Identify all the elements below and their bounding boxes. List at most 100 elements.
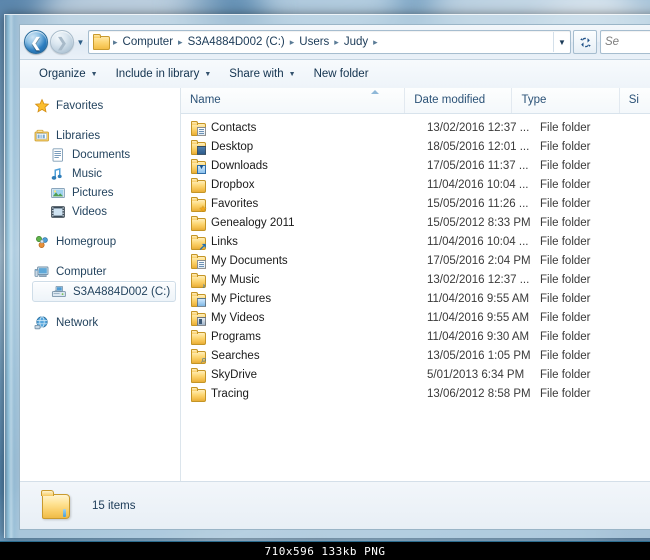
file-name-cell: My Videos [181,310,418,326]
sidebar-item-libraries[interactable]: Libraries [20,126,180,145]
sidebar-item-music[interactable]: Music [20,164,180,183]
file-name-label: Programs [211,330,261,343]
folder-documents-icon [190,253,206,269]
breadcrumb-separator: ▸ [178,36,183,47]
file-date-cell: 11/04/2016 10:04 ... [427,235,529,248]
file-type-cell: File folder [540,216,591,229]
table-row[interactable]: My Documents 17/05/2016 2:04 PM File fol… [181,251,650,270]
file-name-cell: Links [181,234,418,250]
sidebar-item-videos[interactable]: Videos [20,202,180,221]
table-row[interactable]: Downloads 17/05/2016 11:37 ... File fold… [181,156,650,175]
file-type-cell: File folder [540,254,591,267]
history-dropdown-button[interactable]: ▼ [74,31,87,53]
file-date-cell: 17/05/2016 2:04 PM [427,254,531,267]
column-header-type[interactable]: Type [512,88,620,113]
star-icon [34,98,50,114]
file-name-cell: Desktop [181,139,418,155]
sidebar-item-label: Favorites [56,99,104,112]
sidebar-item-drive-c[interactable]: S3A4884D002 (C:) [32,281,176,302]
file-type-cell: File folder [540,330,591,343]
include-in-library-button[interactable]: Include in library ▼ [107,65,221,83]
folder-searches-icon [190,348,207,364]
file-name-cell: My Music [181,272,418,288]
column-header-date-modified-label: Date modified [414,94,486,106]
file-name-label: Downloads [211,159,268,172]
search-box[interactable]: Se [600,30,650,54]
table-row[interactable]: Searches 13/05/2016 1:05 PM File folder [181,346,650,365]
table-row[interactable]: Genealogy 2011 15/05/2012 8:33 PM File f… [181,213,650,232]
forward-button[interactable]: ❯ [50,30,74,54]
item-count-label: 15 items [92,499,136,512]
table-row[interactable]: My Music 13/02/2016 12:37 ... File folde… [181,270,650,289]
file-date-cell: 13/02/2016 12:37 ... [427,273,530,286]
breadcrumb-separator: ▸ [289,36,295,47]
breadcrumb-item-users[interactable]: Users [296,35,332,49]
homegroup-icon [34,234,50,250]
file-name-label: Desktop [211,140,254,153]
breadcrumb-item-judy[interactable]: Judy [341,35,371,49]
file-type-cell: File folder [540,273,591,286]
share-with-button[interactable]: Share with ▼ [220,65,304,83]
file-name-label: Genealogy 2011 [211,216,295,229]
table-row[interactable]: Tracing 13/06/2012 8:58 PM File folder [181,384,650,403]
file-name-cell: Programs [181,329,418,345]
table-row[interactable]: Links 11/04/2016 10:04 ... File folder [181,232,650,251]
share-with-label: Share with [229,68,284,80]
sidebar-item-pictures[interactable]: Pictures [20,183,180,202]
file-date-cell: 13/02/2016 12:37 ... [427,121,530,134]
table-row[interactable]: My Pictures 11/04/2016 9:55 AM File fold… [181,289,650,308]
sidebar-item-homegroup[interactable]: Homegroup [20,232,180,251]
file-type-cell: File folder [540,235,591,248]
file-name-cell: Dropbox [181,177,418,193]
table-row[interactable]: Desktop 18/05/2016 12:01 ... File folder [181,137,650,156]
file-name-label: Favorites [211,197,259,210]
sidebar-item-network[interactable]: Network [20,313,180,332]
breadcrumb-item-computer[interactable]: Computer [120,35,177,49]
file-name-cell: Contacts [181,120,418,136]
breadcrumb-item-drive[interactable]: S3A4884D002 (C:) [185,35,288,49]
folder-pictures-icon [190,291,206,307]
search-input[interactable]: Se [601,36,619,48]
sidebar-item-documents[interactable]: Documents [20,145,180,164]
folder-favorites-icon [190,196,207,212]
address-dropdown-button[interactable]: ▼ [553,32,570,52]
file-name-label: Dropbox [211,178,255,191]
folder-icon [190,177,206,193]
network-drive-icon [51,284,67,300]
table-row[interactable]: Dropbox 11/04/2016 10:04 ... File folder [181,175,650,194]
back-button[interactable]: ❮ [24,30,48,54]
music-library-icon [50,166,66,182]
chevron-down-icon: ▼ [76,37,85,47]
file-date-cell: 15/05/2016 11:26 ... [427,197,529,210]
sidebar-item-favorites[interactable]: Favorites [20,96,180,115]
file-type-cell: File folder [540,387,591,400]
organize-button[interactable]: Organize ▼ [30,65,107,83]
chevron-down-icon: ▼ [204,70,212,78]
table-row[interactable]: Favorites 15/05/2016 11:26 ... File fold… [181,194,650,213]
column-header-date-modified[interactable]: Date modified [405,88,513,113]
documents-library-icon [50,147,66,163]
navigation-pane: Favorites Libraries Documents Music Pict… [20,88,181,482]
file-type-cell: File folder [540,311,591,324]
column-header-size[interactable]: Si [620,88,650,113]
table-row[interactable]: Contacts 13/02/2016 12:37 ... File folde… [181,118,650,137]
file-date-cell: 11/04/2016 9:30 AM [427,330,530,343]
file-name-cell: Genealogy 2011 [181,215,418,231]
file-date-cell: 13/05/2016 1:05 PM [427,349,531,362]
file-name-label: SkyDrive [211,368,258,381]
table-row[interactable]: SkyDrive 5/01/2013 6:34 PM File folder [181,365,650,384]
file-date-cell: 11/04/2016 9:55 AM [427,311,530,324]
sidebar-item-label: Libraries [56,129,101,142]
breadcrumb-bar[interactable]: ▸ Computer ▸ S3A4884D002 (C:) ▸ Users ▸ … [88,30,571,54]
file-type-cell: File folder [540,178,591,191]
file-rows: Contacts 13/02/2016 12:37 ... File folde… [181,114,650,482]
new-folder-button[interactable]: New folder [305,65,378,83]
sort-ascending-icon [371,90,379,94]
table-row[interactable]: Programs 11/04/2016 9:30 AM File folder [181,327,650,346]
table-row[interactable]: My Videos 11/04/2016 9:55 AM File folder [181,308,650,327]
refresh-button[interactable] [573,30,597,54]
breadcrumb-separator: ▸ [113,36,118,47]
sidebar-item-computer[interactable]: Computer [20,262,180,281]
folder-icon [93,34,110,50]
